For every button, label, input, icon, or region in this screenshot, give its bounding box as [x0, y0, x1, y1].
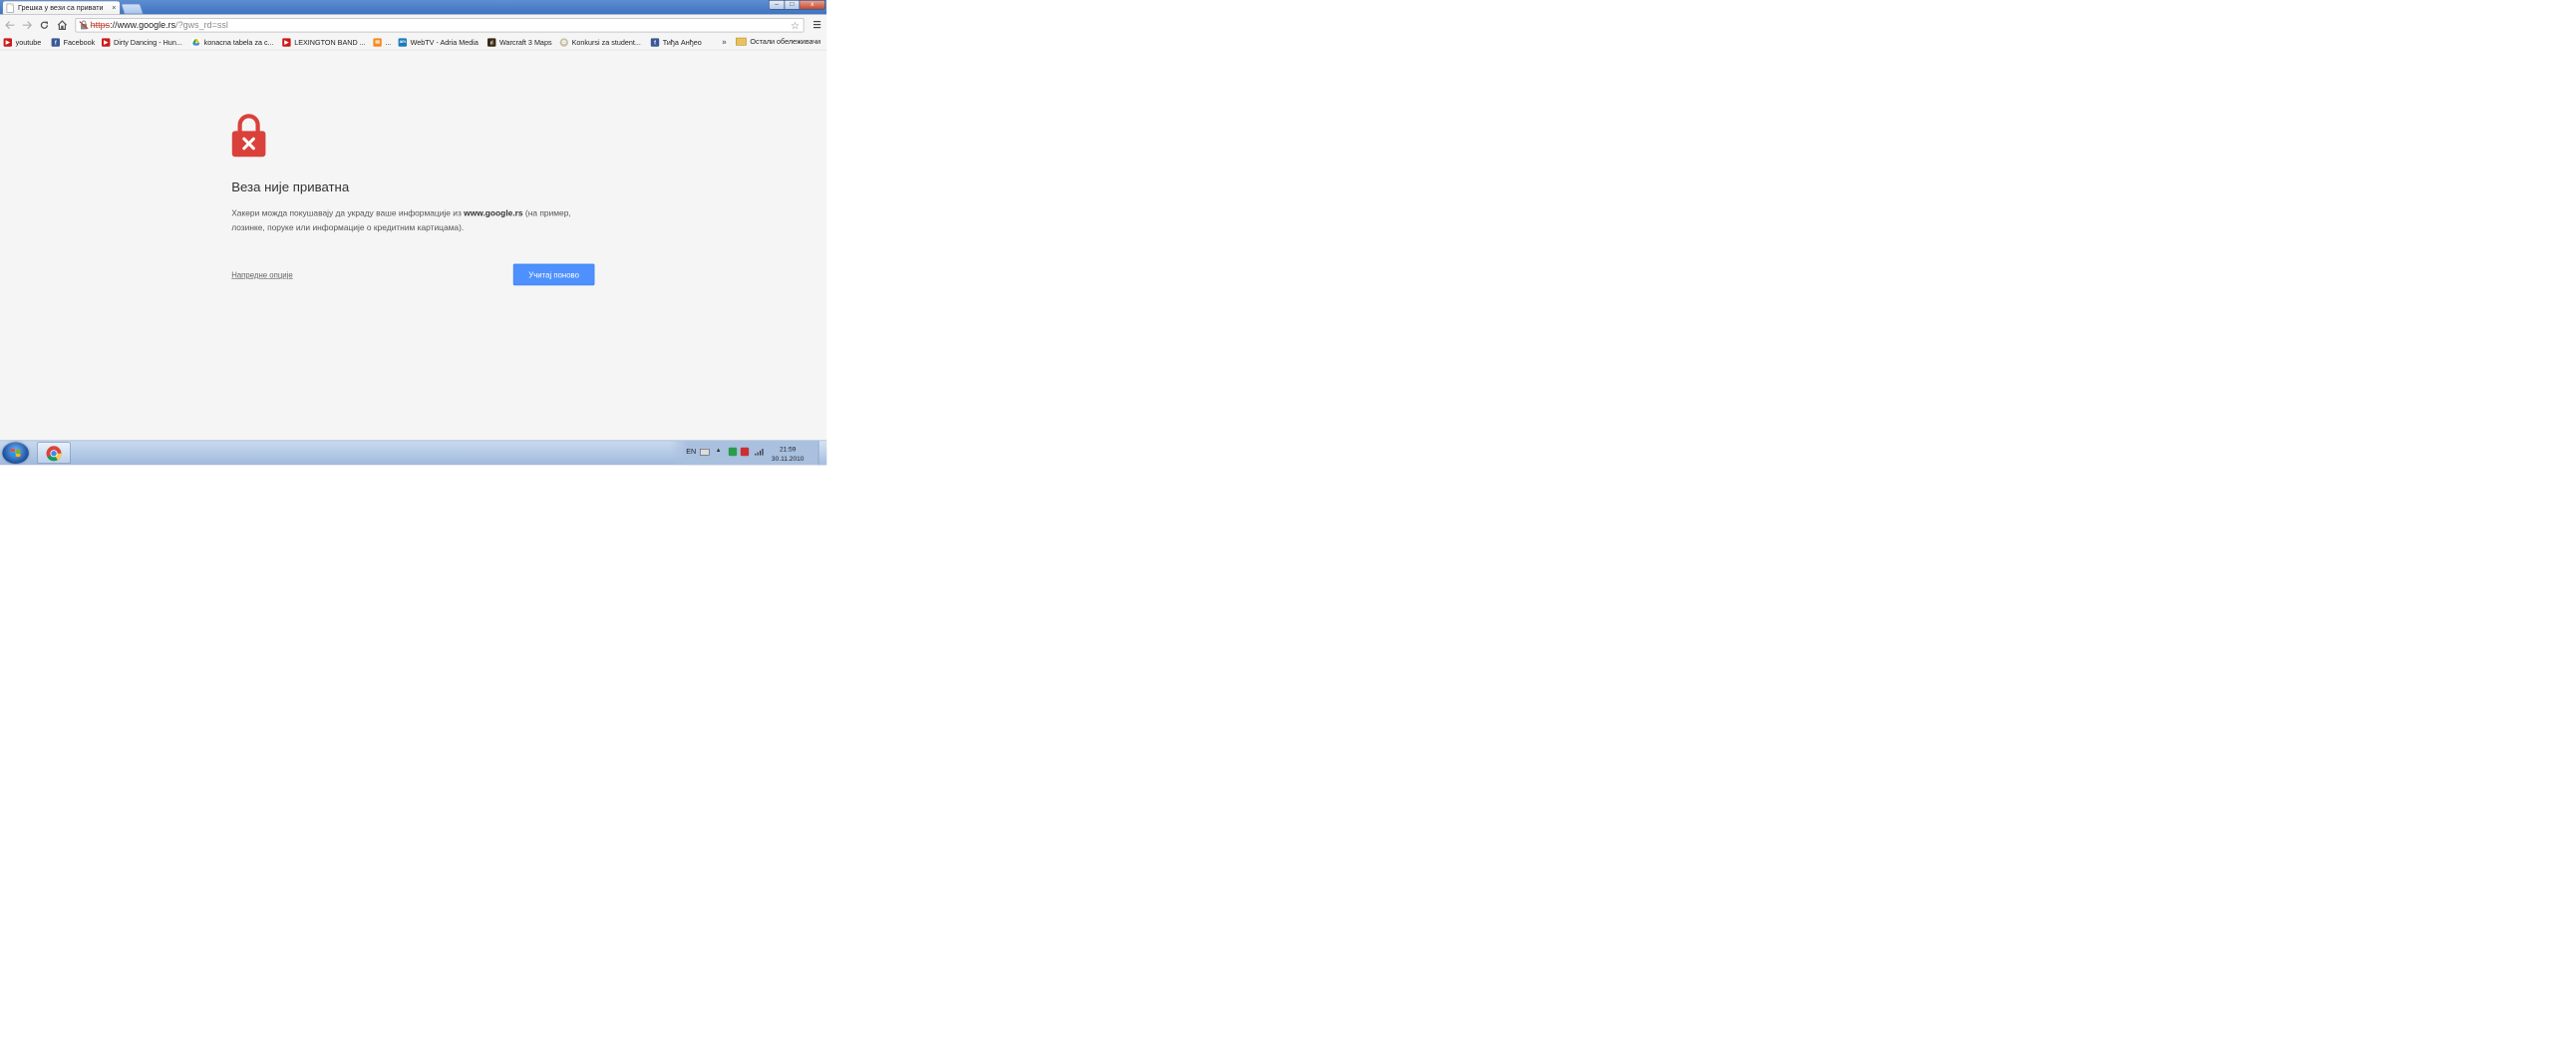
forward-arrow-icon [22, 21, 32, 30]
url-scheme: https [90, 20, 111, 31]
show-hidden-icons-chevron[interactable]: ▲ [716, 447, 722, 454]
advanced-options-link[interactable]: Напредне опције [231, 270, 293, 279]
bookmarks-overflow-chevron[interactable]: » [722, 37, 726, 46]
url-host: ://www.google.rs [110, 20, 176, 31]
bookmark-label: youtube [15, 38, 42, 47]
show-desktop-button[interactable] [817, 441, 827, 466]
bookmark-label: Konkursi za student... [571, 38, 641, 47]
tray-security-icon[interactable] [740, 447, 750, 457]
bookmarks-bar: ▶ youtube f Facebook ▶ Dirty Dancing - H… [0, 34, 827, 51]
youtube-icon: ▶ [102, 38, 111, 47]
url-path: /?gws_rd=ssl [175, 20, 228, 31]
reload-button[interactable] [38, 19, 51, 32]
home-button[interactable] [56, 19, 69, 32]
browser-screen: Грешка у вези са привати × – □ x https:/… [0, 0, 827, 466]
clock-time: 21:59 [779, 446, 797, 454]
bookmark-item[interactable]: ▶ LEXINGTON BAND ... [282, 37, 366, 47]
google-drive-icon [191, 38, 201, 47]
error-desc-text: Хакери можда покушавају да украду ваше и… [231, 207, 465, 218]
bookmark-label: Facebook [63, 38, 96, 47]
other-bookmarks-label: Остали обележивачи [750, 37, 821, 46]
maximize-button[interactable]: □ [784, 0, 801, 10]
other-bookmarks-folder[interactable]: Остали обележивачи [736, 37, 821, 46]
tab-title: Грешка у вези са привати [18, 3, 104, 12]
webtv-icon: am [398, 38, 408, 47]
orange-site-icon: ✉ [373, 38, 382, 47]
tab-active[interactable]: Грешка у вези са привати × [2, 0, 121, 15]
bookmark-item[interactable]: ▶ youtube [3, 37, 42, 47]
bookmark-label: ... [385, 38, 392, 47]
back-arrow-icon [5, 21, 15, 30]
bookmark-item[interactable]: ▶ Dirty Dancing - Hun... [102, 37, 182, 47]
language-indicator[interactable]: EN [686, 447, 696, 455]
bookmark-label: LEXINGTON BAND ... [294, 38, 366, 47]
reload-icon [40, 21, 49, 29]
chrome-menu-button[interactable] [811, 19, 823, 31]
tab-close-icon[interactable]: × [112, 4, 116, 12]
forward-button[interactable] [20, 19, 33, 32]
insecure-lock-icon[interactable] [79, 20, 89, 30]
bookmark-item[interactable]: ıl Warcraft 3 Maps [487, 37, 552, 47]
youtube-icon: ▶ [282, 38, 291, 47]
error-description: Хакери можда покушавају да украду ваше и… [231, 205, 578, 234]
network-signal-icon[interactable] [755, 448, 765, 456]
home-icon [57, 20, 68, 31]
chrome-logo-icon [46, 446, 62, 462]
url-text: https://www.google.rs/?gws_rd=ssl [91, 20, 228, 30]
toolbar: https://www.google.rs/?gws_rd=ssl ☆ [0, 14, 827, 36]
facebook-icon: f [51, 38, 61, 47]
bookmark-label: konacna tabela za c... [203, 38, 274, 47]
keyboard-icon[interactable] [700, 449, 710, 456]
bookmark-star-icon[interactable]: ☆ [791, 20, 800, 32]
error-page: Веза није приватна Хакери можда покушава… [0, 50, 827, 441]
facebook-icon: f [650, 38, 660, 47]
youtube-icon: ▶ [3, 38, 12, 47]
bookmark-label: WebTV - Adria Media [410, 38, 479, 47]
start-button[interactable] [2, 442, 29, 465]
close-window-button[interactable]: x [799, 0, 826, 10]
bookmark-label: Dirty Dancing - Hun... [114, 38, 182, 47]
bookmark-label: Тиђа Анђео [662, 38, 702, 47]
bookmark-item[interactable]: ✉ ... [373, 37, 391, 47]
title-bar: Грешка у вези са привати × – □ x [0, 0, 827, 15]
error-desc-domain: www.google.rs [464, 207, 523, 218]
clock[interactable]: 21:59 30.11.2010 [767, 445, 808, 464]
page-icon [6, 3, 14, 13]
folder-icon [736, 37, 747, 46]
back-button[interactable] [4, 19, 17, 32]
bookmark-item[interactable]: konacna tabela za c... [191, 37, 274, 47]
windows-logo-icon [10, 449, 21, 458]
bookmark-label: Warcraft 3 Maps [499, 38, 552, 47]
clock-date: 30.11.2010 [771, 455, 805, 463]
minimize-button[interactable]: – [769, 0, 786, 10]
taskbar-chrome-button[interactable] [37, 442, 71, 465]
bookmark-item[interactable]: f Тиђа Анђео [650, 37, 702, 47]
bookmark-item[interactable]: f Facebook [51, 37, 96, 47]
bookmark-item[interactable]: am WebTV - Adria Media [398, 37, 479, 47]
reload-page-button[interactable]: Учитај поново [512, 263, 595, 286]
error-title: Веза није приватна [231, 179, 350, 195]
warcraft-icon: ıl [487, 38, 496, 47]
red-lock-error-icon [231, 114, 266, 158]
gear-site-icon: ✿ [559, 38, 568, 47]
tray-app-icon[interactable] [728, 447, 738, 457]
taskbar: EN ▲ 21:59 30.11.2010 [0, 440, 827, 466]
bookmark-item[interactable]: ✿ Konkursi za student... [559, 37, 641, 47]
system-tray: EN ▲ 21:59 30.11.2010 [670, 441, 827, 466]
address-bar[interactable]: https://www.google.rs/?gws_rd=ssl ☆ [75, 18, 805, 33]
new-tab-button[interactable] [121, 3, 144, 15]
